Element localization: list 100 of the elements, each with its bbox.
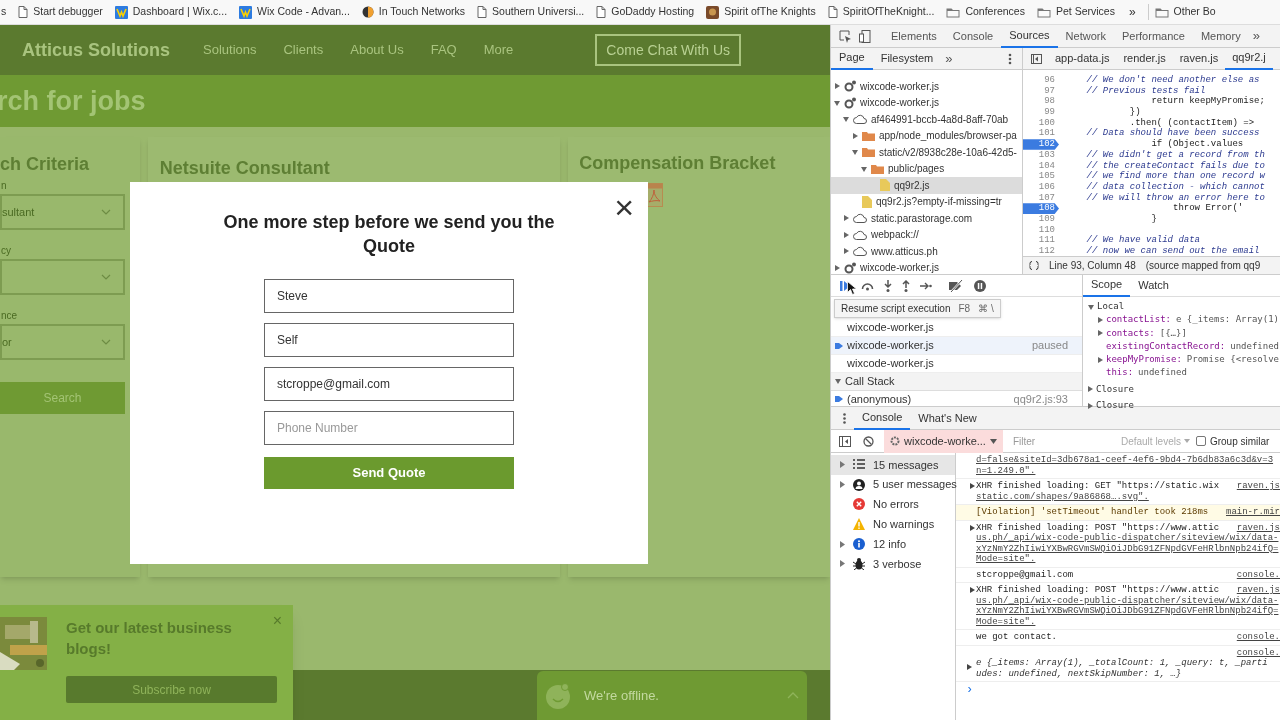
close-button[interactable]: × <box>614 190 634 224</box>
bookmark-link[interactable]: Spirit ofThe Knights <box>724 4 816 20</box>
line-number[interactable]: 104 <box>1023 160 1059 172</box>
thread-item[interactable]: wixcode-worker.js paused <box>831 337 1082 355</box>
scope-variable[interactable]: this: undefined <box>1083 366 1280 380</box>
tree-item[interactable]: af464991-bccb-4a8d-8aff-70ab <box>831 111 1022 128</box>
filter-item[interactable]: No errors <box>831 494 955 515</box>
line-number[interactable]: 101 <box>1023 128 1059 140</box>
inspect-icon[interactable] <box>839 29 852 43</box>
bookmark-link[interactable]: Wix Code - Advan... <box>257 4 350 20</box>
caret-right-icon[interactable] <box>843 215 849 222</box>
tree-item[interactable]: qq9r2.js?empty-if-missing=tr <box>831 193 1022 210</box>
file-tab[interactable]: render.js <box>1116 47 1173 70</box>
source-link[interactable]: raven.js <box>1236 522 1280 533</box>
scope-variable[interactable]: keepMyPromise: Promise {<resolve <box>1083 353 1280 367</box>
bookmark-link[interactable]: In Touch Networks <box>378 4 466 20</box>
caret-right-icon[interactable] <box>843 248 849 255</box>
bookmark-link[interactable]: s <box>1 4 7 20</box>
line-number[interactable]: 98 <box>1023 96 1059 108</box>
deactivate-breakpoints-icon[interactable] <box>948 279 964 292</box>
scope-variable[interactable]: contacts: [{…}] <box>1083 326 1280 340</box>
filter-field[interactable]: Filter <box>1008 432 1119 450</box>
call-frame[interactable]: (anonymous) qq9r2.js:93 <box>831 390 1082 407</box>
tree-item[interactable]: static/v2/8938c28e-10a6-42d5- <box>831 144 1022 161</box>
filter-item[interactable]: No warnings <box>831 514 955 535</box>
file-tab[interactable]: raven.js <box>1172 47 1226 70</box>
line-number[interactable]: 102 <box>1023 139 1059 150</box>
navigator-tab[interactable]: Page <box>831 48 873 70</box>
filter-item[interactable]: 5 user messages <box>831 474 955 495</box>
pane-tab[interactable]: Watch <box>1130 274 1177 297</box>
tree-item[interactable]: app/node_modules/browser-pa <box>831 127 1022 144</box>
text-field[interactable]: Steve <box>264 279 514 313</box>
filter-item[interactable]: 12 info <box>831 534 955 554</box>
step-into-icon[interactable] <box>884 279 892 292</box>
line-number[interactable]: 107 <box>1023 192 1059 204</box>
line-number[interactable]: 106 <box>1023 181 1059 193</box>
url-link[interactable]: n=1.249.0". <box>976 465 1036 476</box>
caret-down-icon[interactable] <box>852 149 858 156</box>
bookmark-link[interactable]: Southern Universi... <box>492 4 585 20</box>
devtools-tab[interactable]: Memory <box>1192 25 1249 48</box>
overflow-chevron[interactable]: » <box>945 48 953 69</box>
filter-item[interactable]: 3 verbose <box>831 554 955 574</box>
pause-exceptions-icon[interactable] <box>974 279 986 292</box>
line-number[interactable]: 103 <box>1023 149 1059 161</box>
step-icon[interactable] <box>920 281 932 290</box>
line-number[interactable]: 110 <box>1023 224 1059 236</box>
file-tab[interactable]: app-data.js <box>1048 47 1117 70</box>
bookmark-link[interactable]: Pet Services <box>1055 4 1115 20</box>
caret-right-icon[interactable] <box>843 231 849 238</box>
filter-item[interactable]: 15 messages <box>831 455 955 475</box>
section-header[interactable]: Call Stack <box>831 373 1082 391</box>
step-out-icon[interactable] <box>902 279 910 292</box>
url-link[interactable]: us.ph/_api/wix-code-public-dispatcher/siteview/wix/data- <box>976 533 1279 544</box>
group-similar-checkbox[interactable]: Group similar <box>1195 433 1270 449</box>
source-link[interactable]: console. <box>1236 632 1280 643</box>
caret-right-icon[interactable] <box>970 587 975 593</box>
navigator-tab[interactable]: Filesystem <box>872 48 942 70</box>
url-link[interactable]: us.ph/_api/wix-code-public-dispatcher/siteview/wix/data- <box>976 595 1279 606</box>
tree-item[interactable]: www.atticus.ph <box>831 243 1022 260</box>
tree-item[interactable]: wixcode-worker.js <box>831 259 1022 274</box>
url-link[interactable]: xYzNmY2ZhIiwiYXBwRGVmSWQiOiJDbG91ZFNpdGVFeHRlbnNpb24ifQ= <box>976 543 1279 554</box>
tree-item[interactable]: webpack:// <box>831 226 1022 243</box>
tree-item[interactable]: wixcode-worker.js <box>831 78 1022 95</box>
input-field[interactable]: Phone Number <box>264 411 514 445</box>
caret-down-icon[interactable] <box>861 165 867 172</box>
tree-item[interactable]: wixcode-worker.js <box>831 94 1022 111</box>
bookmark-link[interactable]: Start debugger <box>33 4 103 20</box>
bookmark-link[interactable]: Dashboard | Wix.c... <box>132 4 228 20</box>
format-braces-icon[interactable] <box>1029 261 1039 270</box>
scope-group[interactable]: Closure <box>1083 399 1280 413</box>
text-field[interactable]: stcroppe@gmail.com <box>264 367 514 401</box>
caret-right-icon[interactable] <box>970 524 975 531</box>
line-number[interactable]: 99 <box>1023 107 1059 118</box>
scope-group[interactable]: Local <box>1083 300 1280 314</box>
url-link[interactable]: Mode=site". <box>976 616 1036 627</box>
context-dropdown[interactable]: wixcode-worke... <box>884 429 1003 453</box>
scope-variable[interactable]: existingContactRecord: undefined <box>1083 339 1280 354</box>
bookmark-link[interactable]: Conferences <box>965 4 1025 20</box>
clear-console-icon[interactable] <box>863 435 874 447</box>
bookmark-folder[interactable]: Other Bo <box>1173 4 1216 20</box>
tree-item[interactable]: public/pages <box>831 160 1022 177</box>
url-link[interactable]: static.com/shapes/9a86868….svg". <box>976 491 1149 502</box>
overflow-chevron[interactable]: » <box>1128 3 1136 21</box>
caret-right-icon[interactable] <box>834 83 840 90</box>
object-preview[interactable]: e {_items: Array(1), _totalCount: 1, _query: t, _parti udes: undefined, nextSkipNumber: 1, …} <box>976 658 1268 679</box>
dropdown-field[interactable] <box>0 259 125 295</box>
source-link[interactable]: raven.js <box>1236 585 1280 596</box>
more-options-icon[interactable] <box>843 412 846 424</box>
devtools-tab[interactable]: Performance <box>1113 25 1193 48</box>
url-link[interactable]: Mode=site". <box>976 554 1036 565</box>
line-number[interactable]: 109 <box>1023 213 1059 225</box>
source-link[interactable]: console. <box>976 647 1280 658</box>
scope-group[interactable]: Closure <box>1083 382 1280 397</box>
caret-right-icon[interactable] <box>970 483 975 489</box>
bookmark-link[interactable]: GoDaddy Hosting <box>611 4 695 20</box>
pane-tab[interactable]: Scope <box>1083 274 1131 297</box>
sidebar-toggle-icon[interactable] <box>839 435 851 447</box>
tree-item[interactable]: qq9r2.js <box>831 177 1022 194</box>
caret-right-icon[interactable] <box>834 264 840 271</box>
devtools-tab[interactable]: Console <box>944 25 1002 48</box>
